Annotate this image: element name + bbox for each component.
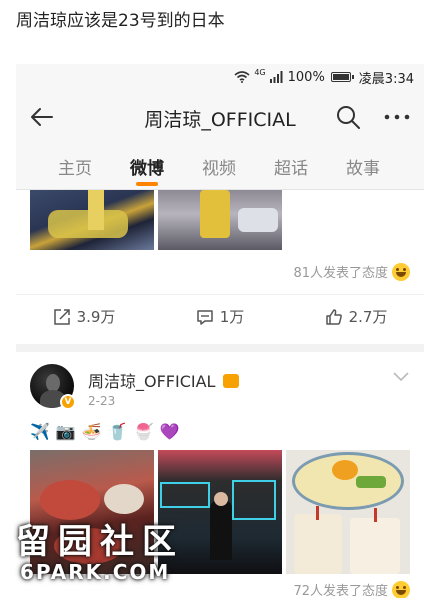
search-icon[interactable] <box>334 103 362 131</box>
post-text-emojis: ✈️ 📷 🍜 🥤 🍧 💜 <box>30 422 180 441</box>
tab-weibo[interactable]: 微博 <box>130 154 164 179</box>
comment-count: 1万 <box>219 308 245 326</box>
weibo-post: 81人发表了态度 3.9万 1万 2.7万 <box>16 190 424 344</box>
laugh-emoji-icon <box>392 262 410 281</box>
watermark-url: 6PARK.COM <box>20 560 171 584</box>
airplane-emoji: ✈️ <box>30 422 50 441</box>
post-photo[interactable] <box>286 450 410 574</box>
reaction-summary[interactable]: 81人发表了态度 <box>293 262 410 281</box>
like-count: 2.7万 <box>348 308 388 326</box>
active-tab-indicator <box>136 182 158 186</box>
signal-icon <box>269 71 283 83</box>
post-photo[interactable] <box>158 190 282 250</box>
laugh-emoji-icon <box>392 580 410 598</box>
repost-count: 3.9万 <box>76 308 116 326</box>
repost-icon <box>53 308 70 325</box>
network-type-label: 4G <box>254 67 266 77</box>
wifi-icon <box>234 71 250 83</box>
post-username[interactable]: 周洁琼_OFFICIAL <box>88 368 239 392</box>
nav-title: 周洁琼_OFFICIAL <box>144 109 296 131</box>
comment-button[interactable]: 1万 <box>152 295 288 338</box>
repost-button[interactable]: 3.9万 <box>16 295 152 338</box>
battery-percent: 100% <box>287 69 325 85</box>
camera-emoji: 📷 <box>55 422 76 441</box>
nav-bar: 周洁琼_OFFICIAL <box>16 90 424 144</box>
thumbs-up-icon <box>325 308 342 325</box>
post-photo[interactable] <box>30 190 154 250</box>
reaction-count: 72人发表了态度 <box>293 584 388 598</box>
drink-emoji: 🥤 <box>107 422 128 441</box>
status-bar: 4G 100% 凌晨3:34 <box>16 64 424 90</box>
noodles-emoji: 🍜 <box>81 422 102 441</box>
like-button[interactable]: 2.7万 <box>288 295 424 338</box>
verified-badge: V <box>60 394 76 410</box>
tab-home[interactable]: 主页 <box>58 154 92 179</box>
purple-heart-emoji: 💜 <box>159 422 180 441</box>
comment-icon <box>196 309 213 325</box>
chevron-down-icon[interactable] <box>392 370 410 382</box>
crown-icon <box>222 374 239 388</box>
more-icon[interactable] <box>382 103 412 131</box>
tab-supertopic[interactable]: 超话 <box>274 154 308 179</box>
profile-tabs: 主页 微博 视频 超话 故事 <box>16 144 424 190</box>
post-date: 2-23 <box>88 394 116 408</box>
tab-video[interactable]: 视频 <box>202 154 236 179</box>
post-action-bar: 3.9万 1万 2.7万 <box>16 294 424 338</box>
battery-icon <box>330 72 354 82</box>
post-title: 周洁琼应该是23号到的日本 <box>16 11 225 31</box>
clock: 凌晨3:34 <box>358 71 414 87</box>
tab-story[interactable]: 故事 <box>346 154 380 179</box>
username-text: 周洁琼_OFFICIAL <box>88 372 216 391</box>
reaction-count: 81人发表了态度 <box>293 266 388 281</box>
watermark-logo: 留园社区 <box>16 522 184 562</box>
reaction-summary[interactable]: 72人发表了态度 <box>293 580 410 598</box>
shaved-ice-emoji: 🍧 <box>133 422 154 441</box>
